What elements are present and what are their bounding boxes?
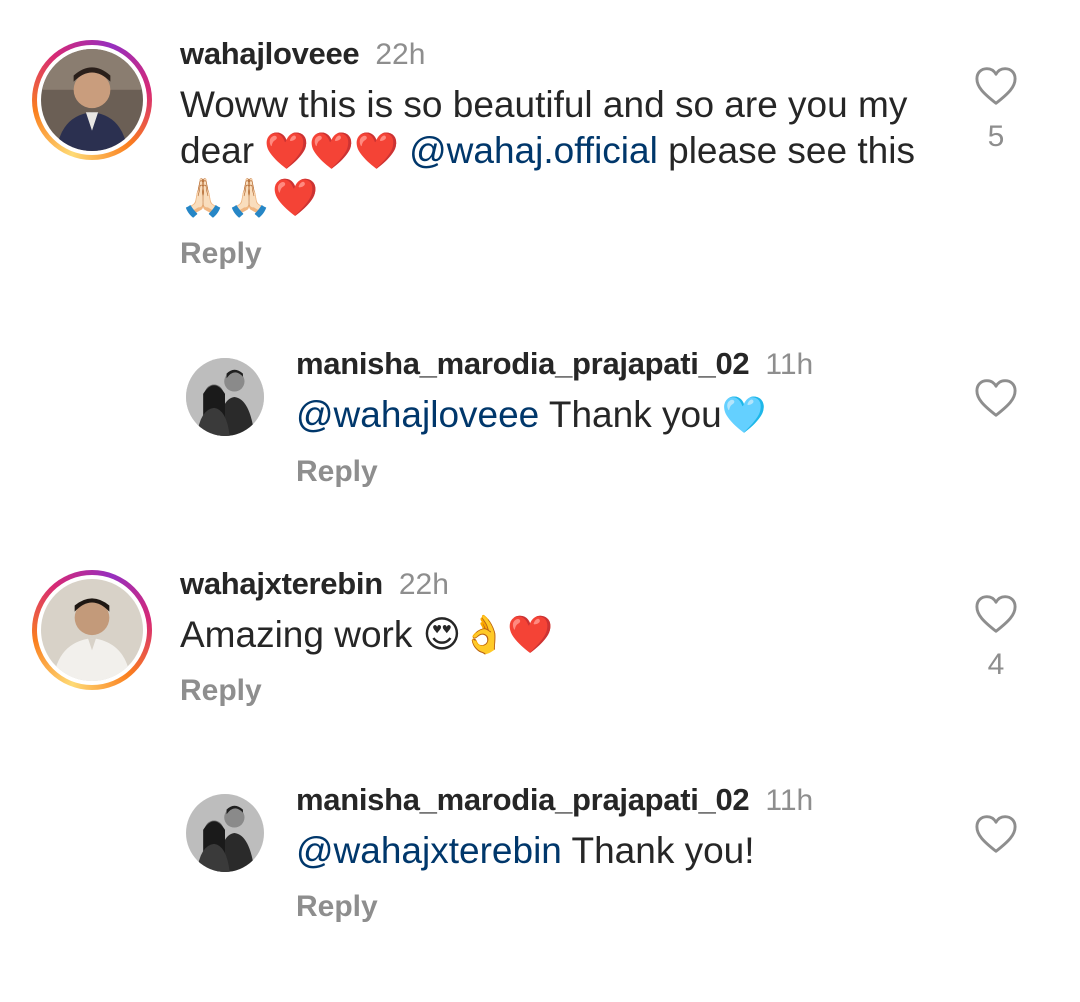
profile-photo-icon (41, 49, 143, 151)
profile-photo-icon (186, 794, 264, 872)
comment-time: 22h (375, 38, 426, 71)
avatar[interactable] (32, 570, 152, 690)
mention-link[interactable]: @wahaj.official (409, 130, 658, 171)
like-button[interactable] (974, 814, 1018, 854)
comment-text: Amazing work 😍👌❤️ (180, 613, 554, 656)
like-count: 5 (987, 120, 1005, 153)
comment-time: 11h (765, 784, 814, 817)
avatar[interactable] (186, 358, 264, 436)
mention-link[interactable]: @wahajloveee (296, 394, 539, 435)
avatar[interactable] (32, 40, 152, 160)
comment-text: @wahajloveee Thank you🩵 (296, 394, 767, 436)
like-button[interactable]: 4 (974, 594, 1018, 682)
heart-emoji: ❤️❤️❤️ (264, 131, 399, 172)
reply-button[interactable]: Reply (180, 674, 920, 708)
pray-heart-emoji: 🙏🏻🙏🏻❤️ (180, 176, 319, 219)
reply-comment: manisha_marodia_prajapati_02 11h @wahajlo… (0, 340, 1080, 520)
comment-username[interactable]: manisha_marodia_prajapati_02 (296, 346, 750, 381)
comment-text: Woww this is so beautiful and so are you… (180, 84, 915, 219)
comment: wahajloveee 22h Woww this is so beautiful… (0, 0, 1080, 300)
blue-heart-emoji: 🩵 (721, 395, 767, 436)
comment: wahajxterebin 22h Amazing work 😍👌❤️ Reply… (0, 560, 1080, 740)
avatar[interactable] (186, 794, 264, 872)
comment-text: @wahajxterebin Thank you! (296, 830, 755, 871)
heart-outline-icon (975, 379, 1017, 417)
emoji-group: 😍👌❤️ (422, 613, 554, 656)
mention-link[interactable]: @wahajxterebin (296, 830, 562, 871)
profile-photo-icon (186, 358, 264, 436)
profile-photo-icon (41, 579, 143, 681)
like-button[interactable] (974, 378, 1018, 418)
comment-time: 11h (765, 348, 814, 381)
heart-outline-icon (975, 815, 1017, 853)
comment-time: 22h (398, 568, 449, 601)
like-button[interactable]: 5 (974, 66, 1018, 154)
heart-outline-icon (975, 595, 1017, 633)
like-count: 4 (987, 648, 1005, 681)
reply-comment: manisha_marodia_prajapati_02 11h @wahajxt… (0, 776, 1080, 976)
reply-button[interactable]: Reply (296, 890, 936, 924)
reply-button[interactable]: Reply (296, 455, 936, 489)
comment-username[interactable]: wahajxterebin (180, 566, 383, 601)
reply-button[interactable]: Reply (180, 237, 920, 271)
heart-outline-icon (975, 67, 1017, 105)
comment-username[interactable]: wahajloveee (180, 36, 360, 71)
comment-username[interactable]: manisha_marodia_prajapati_02 (296, 782, 750, 817)
